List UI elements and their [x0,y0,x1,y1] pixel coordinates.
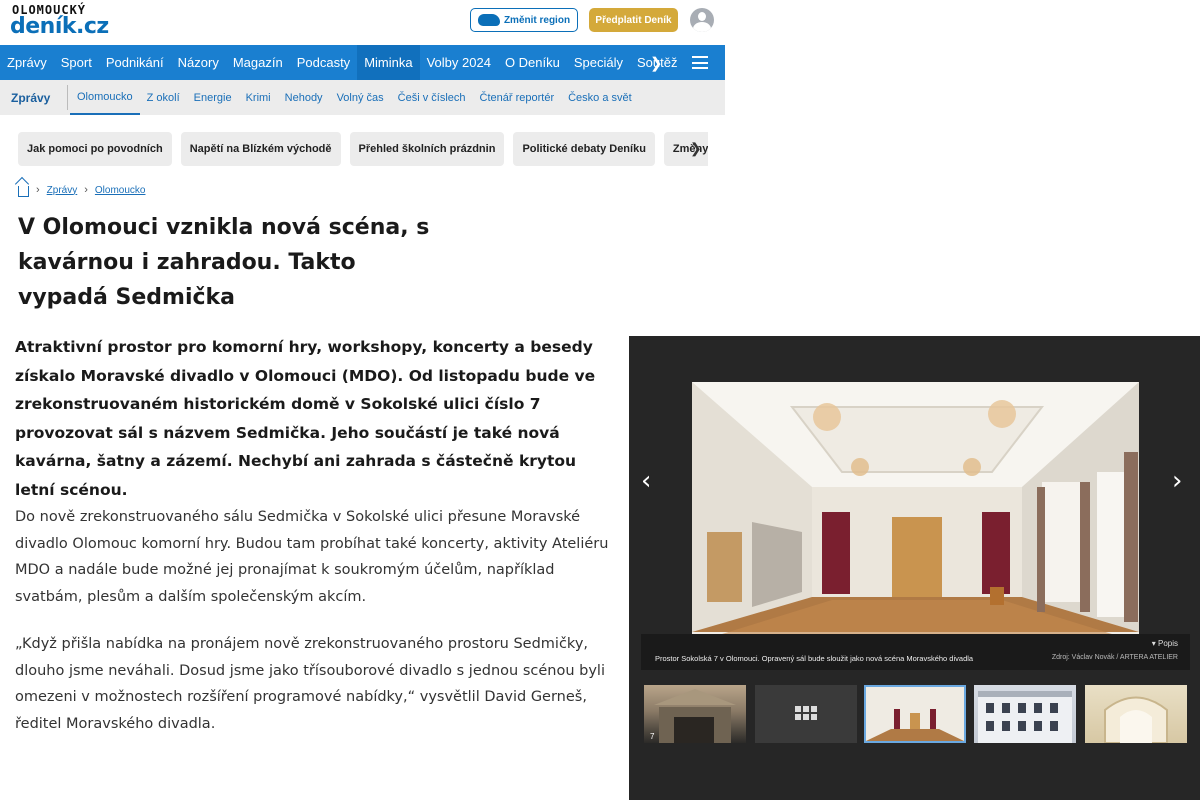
subscribe-button[interactable]: Předplatit Deník [589,8,678,32]
sub-nav-item-nehody[interactable]: Nehody [278,80,330,115]
gallery-caption: Prostor Sokolská 7 v Olomouci. Opravený … [655,654,974,663]
czech-map-icon [477,14,500,26]
article-title: V Olomouci vznikla nová scéna, s kavárno… [18,215,430,310]
chips-next-icon[interactable]: ❯ [690,140,702,157]
gallery-caption-bar: ▾ Popis Prostor Sokolská 7 v Olomouci. O… [641,634,1190,670]
photo-gallery: ‹ › ▾ Popis Prostor Sokolská 7 v Olomouc… [629,336,1200,800]
breadcrumb-link-zpravy[interactable]: Zprávy [47,185,78,196]
main-nav: Zprávy Sport Podnikání Názory Magazín Po… [0,45,725,80]
gallery-source: Zdroj: Václav Novák / ARTERA ATELIER [1051,654,1178,661]
sub-nav-item-volny-cas[interactable]: Volný čas [330,80,391,115]
sub-nav-item-cesi-v-cislech[interactable]: Češi v číslech [391,80,473,115]
home-icon[interactable] [18,186,29,197]
thumbnail-badge: 7 [650,732,655,741]
topic-chips: Jak pomoci po povodních Napětí na Blízké… [18,132,708,166]
chevron-right-icon[interactable]: ❯ [650,54,663,72]
nav-item-volby[interactable]: Volby 2024 [420,45,498,80]
logo[interactable]: deník.cz [10,14,109,39]
topic-chip[interactable]: Politické debaty Deníku [513,132,655,166]
topic-chip[interactable]: Jak pomoci po povodních [18,132,172,166]
menu-icon[interactable] [692,56,708,69]
gallery-main-photo[interactable] [692,382,1139,634]
nav-item-magazin[interactable]: Magazín [226,45,290,80]
sub-nav-item-energie[interactable]: Energie [187,80,239,115]
sub-nav-item-olomoucko[interactable]: Olomoucko [70,80,140,115]
article-perex: Atraktivní prostor pro komorní hry, work… [15,338,596,499]
grid-icon [795,706,817,720]
sub-nav: Zprávy Olomoucko Z okolí Energie Krimi N… [0,80,725,115]
site-header: OLOMOUCKÝ deník.cz Změnit region Předpla… [0,0,725,45]
page: OLOMOUCKÝ deník.cz Změnit region Předpla… [0,0,1200,800]
change-region-button[interactable]: Změnit region [470,8,578,32]
sub-nav-section[interactable]: Zprávy [0,80,70,115]
nav-item-podnikani[interactable]: Podnikání [99,45,171,80]
gallery-grid-button[interactable] [755,685,857,743]
gallery-thumbnail-active[interactable] [864,685,966,743]
nav-item-o-deniku[interactable]: O Deníku [498,45,567,80]
breadcrumb: › Zprávy › Olomoucko [18,183,145,197]
nav-item-podcasty[interactable]: Podcasty [290,45,357,80]
gallery-thumbnails: 7 [644,685,1189,743]
sub-nav-item-krimi[interactable]: Krimi [239,80,278,115]
sub-nav-item-ctenar-reporter[interactable]: Čtenář reportér [473,80,562,115]
nav-item-zpravy[interactable]: Zprávy [0,45,54,80]
nav-item-sport[interactable]: Sport [54,45,99,80]
article-paragraph: „Když přišla nabídka na pronájem nově zr… [15,636,605,732]
article-paragraph: Do nově zrekonstruovaného sálu Sedmička … [15,509,609,605]
caption-toggle-label: Popis [1157,639,1178,648]
sub-nav-item-z-okoli[interactable]: Z okolí [140,80,187,115]
topic-chip[interactable]: Přehled školních prázdnin [349,132,505,166]
gallery-next-icon[interactable]: › [1172,466,1182,496]
gallery-prev-icon[interactable]: ‹ [641,466,651,496]
nav-item-specialy[interactable]: Speciály [567,45,630,80]
nav-item-nazory[interactable]: Názory [171,45,226,80]
topic-chip[interactable]: Napětí na Blízkém východě [180,132,341,166]
gallery-thumbnail[interactable] [974,685,1076,743]
change-region-label: Změnit region [503,14,571,26]
caption-toggle[interactable]: ▾ Popis [1152,639,1178,648]
sub-nav-item-cesko-a-svet[interactable]: Česko a svět [561,80,639,115]
breadcrumb-separator-icon: › [84,184,88,196]
gallery-thumbnail[interactable] [1085,685,1187,743]
nav-item-miminka[interactable]: Miminka [357,45,420,80]
breadcrumb-separator-icon: › [36,184,40,196]
breadcrumb-link-olomoucko[interactable]: Olomoucko [95,185,146,196]
user-avatar-icon[interactable] [690,8,714,32]
gallery-thumbnail[interactable]: 7 [644,685,746,743]
